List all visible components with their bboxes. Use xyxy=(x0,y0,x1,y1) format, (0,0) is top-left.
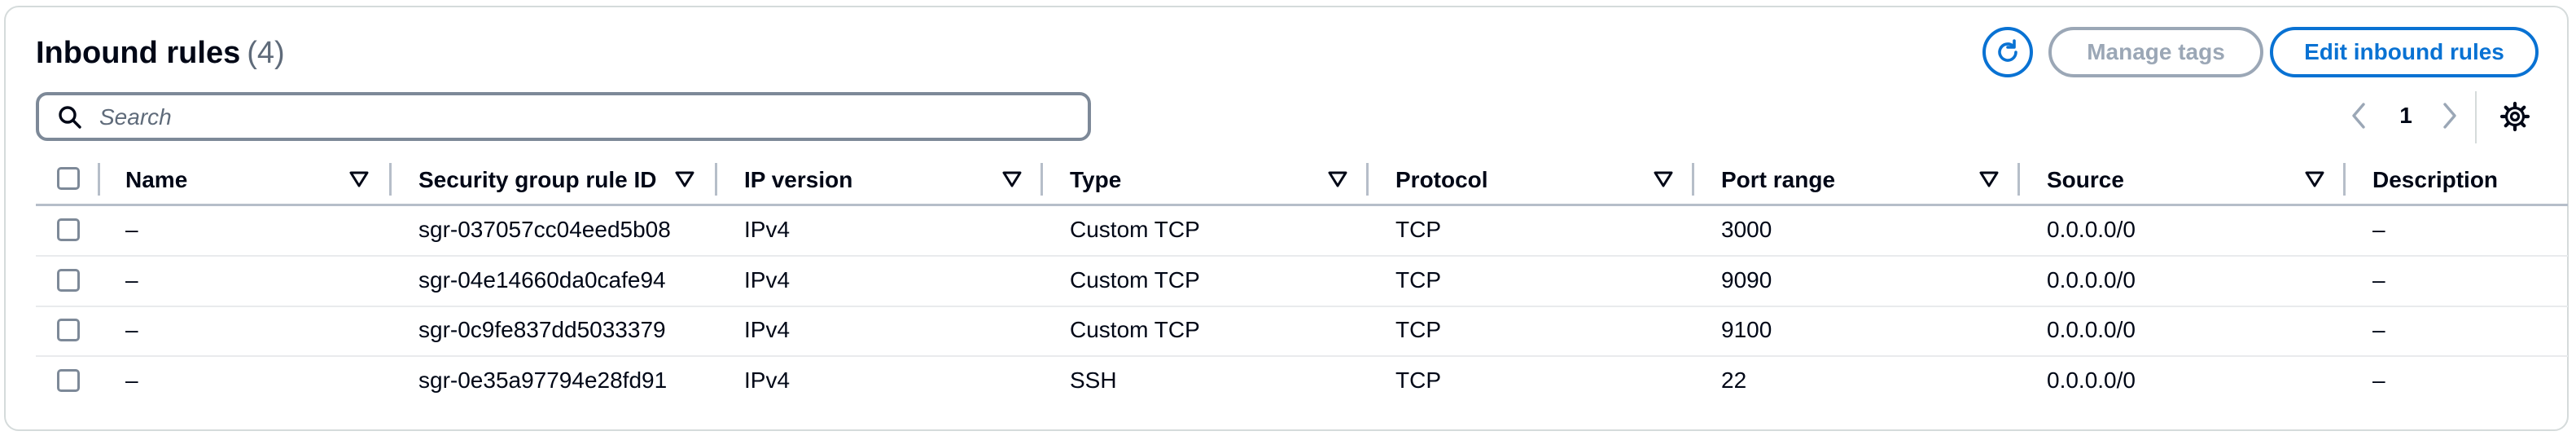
refresh-icon xyxy=(1998,39,2017,62)
refresh-button[interactable] xyxy=(1982,27,2033,77)
column-divider xyxy=(2017,163,2020,196)
cell-name: – xyxy=(125,267,138,293)
column-header-protocol[interactable]: Protocol xyxy=(1395,165,1488,195)
row-divider xyxy=(36,255,2568,257)
search-icon xyxy=(59,106,81,129)
edit-inbound-rules-button[interactable]: Edit inbound rules xyxy=(2270,27,2539,77)
column-divider xyxy=(715,163,717,196)
cell-rule-id: sgr-037057cc04eed5b08 xyxy=(418,217,671,242)
sort-caret-icon[interactable] xyxy=(1653,170,1674,188)
pagination-page-1[interactable]: 1 xyxy=(2392,99,2420,132)
cell-protocol: TCP xyxy=(1395,267,1441,293)
cell-rule-id: sgr-0c9fe837dd5033379 xyxy=(418,317,666,342)
cell-protocol: TCP xyxy=(1395,317,1441,342)
cell-rule-id: sgr-0e35a97794e28fd91 xyxy=(418,367,668,393)
cell-name: – xyxy=(125,217,138,242)
cell-type: Custom TCP xyxy=(1070,317,1200,342)
row-checkbox[interactable] xyxy=(57,218,80,241)
cell-description: – xyxy=(2372,367,2385,393)
search-field[interactable] xyxy=(36,92,1091,141)
row-checkbox[interactable] xyxy=(57,319,80,341)
cell-source: 0.0.0.0/0 xyxy=(2047,367,2136,393)
header-divider xyxy=(36,204,2568,206)
cell-protocol: TCP xyxy=(1395,217,1441,242)
column-header-source[interactable]: Source xyxy=(2047,165,2124,195)
cell-ip-version: IPv4 xyxy=(744,267,791,293)
cell-port-range: 3000 xyxy=(1721,217,1772,242)
select-all-checkbox[interactable] xyxy=(57,167,80,190)
row-divider xyxy=(36,355,2568,357)
cell-name: – xyxy=(125,367,138,393)
chevron-left-icon[interactable] xyxy=(2348,101,2369,130)
row-checkbox[interactable] xyxy=(57,269,80,292)
column-divider xyxy=(389,163,392,196)
sort-caret-icon[interactable] xyxy=(674,170,695,188)
sort-caret-icon[interactable] xyxy=(348,170,370,188)
column-divider xyxy=(1040,163,1043,196)
column-header-port-range[interactable]: Port range xyxy=(1721,165,1835,195)
cell-type: Custom TCP xyxy=(1070,267,1200,293)
cell-source: 0.0.0.0/0 xyxy=(2047,217,2136,242)
cell-ip-version: IPv4 xyxy=(744,367,791,393)
row-divider xyxy=(36,306,2568,307)
title-text: Inbound rules xyxy=(36,36,241,70)
cell-source: 0.0.0.0/0 xyxy=(2047,317,2136,342)
cell-type: Custom TCP xyxy=(1070,217,1200,242)
row-checkbox[interactable] xyxy=(57,369,80,392)
chevron-right-icon[interactable] xyxy=(2439,101,2460,130)
cell-description: – xyxy=(2372,317,2385,342)
column-divider xyxy=(1692,163,1694,196)
column-header-rule-id[interactable]: Security group rule ID xyxy=(418,165,657,195)
column-header-description[interactable]: Description xyxy=(2372,165,2498,195)
gear-icon[interactable] xyxy=(2499,101,2530,132)
sort-caret-icon[interactable] xyxy=(2304,170,2325,188)
cell-type: SSH xyxy=(1070,367,1117,393)
sort-caret-icon[interactable] xyxy=(1978,170,2000,188)
manage-tags-button[interactable]: Manage tags xyxy=(2048,27,2263,77)
cell-ip-version: IPv4 xyxy=(744,217,791,242)
sort-caret-icon[interactable] xyxy=(1327,170,1348,188)
search-input[interactable] xyxy=(98,100,1062,134)
cell-description: – xyxy=(2372,267,2385,293)
rule-count: (4) xyxy=(247,36,285,70)
cell-protocol: TCP xyxy=(1395,367,1441,393)
cell-port-range: 9100 xyxy=(1721,317,1772,342)
cell-description: – xyxy=(2372,217,2385,242)
column-divider xyxy=(2343,163,2346,196)
column-header-type[interactable]: Type xyxy=(1070,165,1121,195)
cell-port-range: 22 xyxy=(1721,367,1747,393)
cell-rule-id: sgr-04e14660da0cafe94 xyxy=(418,267,666,293)
column-divider xyxy=(1366,163,1369,196)
cell-ip-version: IPv4 xyxy=(744,317,791,342)
column-divider xyxy=(98,163,100,196)
sort-caret-icon[interactable] xyxy=(1001,170,1023,188)
column-header-name[interactable]: Name xyxy=(125,165,187,195)
panel-title: Inbound rules (4) xyxy=(36,33,285,73)
toolbar-divider xyxy=(2475,91,2477,143)
cell-port-range: 9090 xyxy=(1721,267,1772,293)
cell-source: 0.0.0.0/0 xyxy=(2047,267,2136,293)
cell-name: – xyxy=(125,317,138,342)
column-header-ip-version[interactable]: IP version xyxy=(744,165,852,195)
